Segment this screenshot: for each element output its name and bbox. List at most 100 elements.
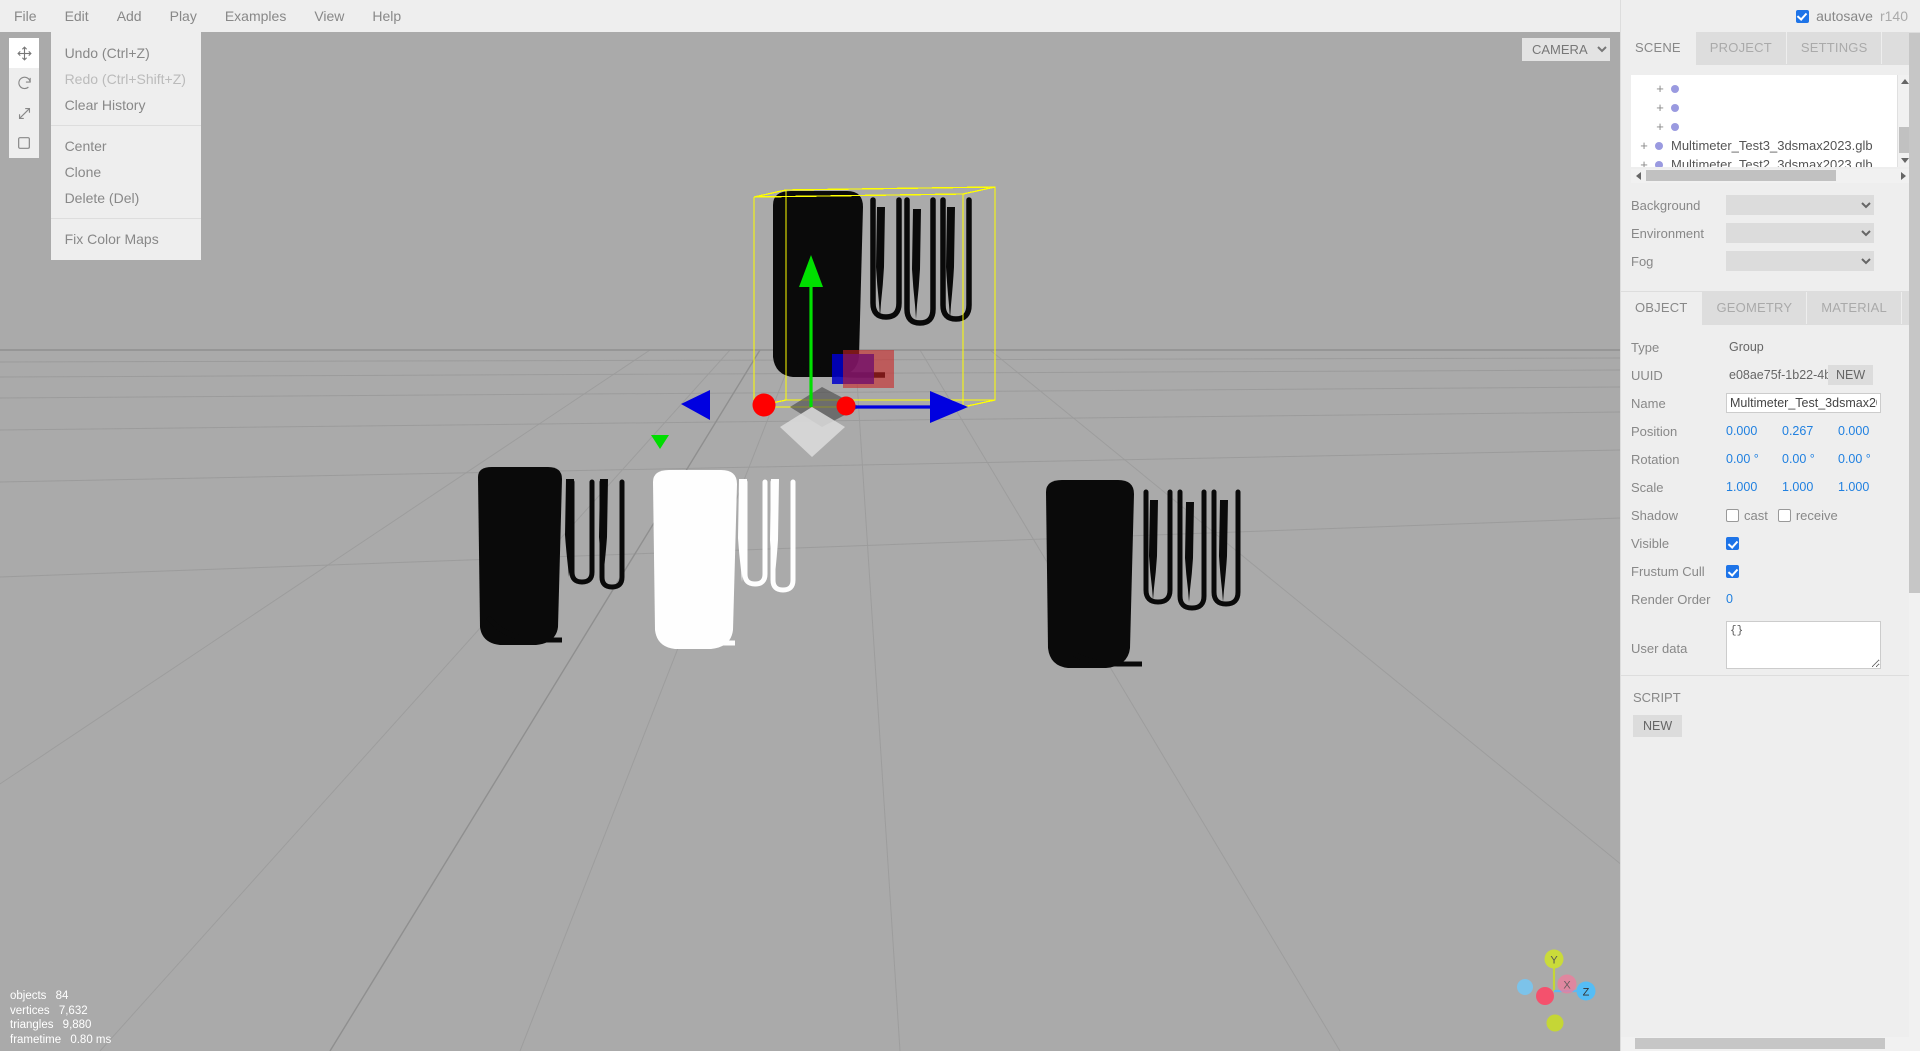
menu-edit[interactable]: Edit Undo (Ctrl+Z) Redo (Ctrl+Shift+Z) C…: [50, 0, 201, 260]
sidebar[interactable]: SCENE PROJECT SETTINGS + + + + Multimete…: [1620, 0, 1920, 1051]
rotate-tool[interactable]: [9, 68, 39, 98]
visible-checkbox[interactable]: [1726, 536, 1739, 550]
camera-select[interactable]: CAMERA: [1522, 38, 1610, 61]
menu-item-delete[interactable]: Delete (Del): [51, 185, 201, 211]
shadow-receive-checkbox[interactable]: [1777, 508, 1791, 522]
menu-view[interactable]: View: [300, 0, 358, 32]
script-title: SCRIPT: [1633, 690, 1681, 705]
row-environment: Environment: [1621, 219, 1920, 247]
viewport-3d[interactable]: CAMERA objects 84 vertices 7,632 triangl…: [0, 32, 1620, 1051]
menu-edit-title[interactable]: Edit: [51, 0, 103, 32]
rotation-y[interactable]: 0.00 °: [1782, 452, 1838, 466]
menu-view-title[interactable]: View: [300, 0, 358, 32]
object-properties: Type Group UUID e08ae75f-1b22-4b1 NEW Na…: [1621, 325, 1920, 669]
render-order-value[interactable]: 0: [1726, 592, 1782, 606]
list-item[interactable]: +: [1631, 79, 1910, 98]
tab-object[interactable]: OBJECT: [1621, 292, 1703, 325]
position-x[interactable]: 0.000: [1726, 424, 1782, 438]
scroll-left-icon[interactable]: [1631, 169, 1645, 183]
tree-opener[interactable]: +: [1637, 157, 1651, 167]
list-item[interactable]: +: [1631, 117, 1910, 136]
menu-item-clear-history[interactable]: Clear History: [51, 92, 201, 118]
row-frustum-cull: Frustum Cull: [1621, 557, 1920, 585]
script-section: SCRIPT NEW: [1621, 676, 1920, 737]
scroll-right-icon[interactable]: [1896, 169, 1910, 183]
script-new-button[interactable]: NEW: [1633, 715, 1683, 737]
rotation-x[interactable]: 0.00 °: [1726, 452, 1782, 466]
row-visible: Visible: [1621, 529, 1920, 557]
menu-file-title[interactable]: File: [0, 0, 51, 32]
position-z[interactable]: 0.000: [1838, 424, 1894, 438]
tree-opener[interactable]: +: [1653, 100, 1667, 115]
shadow-cast-checkbox[interactable]: [1726, 508, 1739, 522]
tab-settings[interactable]: SETTINGS: [1786, 32, 1883, 64]
visible-label: Visible: [1631, 535, 1670, 551]
menu-divider-2: [50, 218, 201, 219]
frustum-cull-checkbox[interactable]: [1726, 564, 1739, 578]
rotation-z[interactable]: 0.00 °: [1838, 452, 1894, 466]
scale-y[interactable]: 1.000: [1782, 480, 1838, 494]
name-input[interactable]: [1726, 393, 1881, 413]
tab-geometry[interactable]: GEOMETRY: [1702, 292, 1808, 324]
sidebar-tabs[interactable]: SCENE PROJECT SETTINGS: [1621, 32, 1920, 65]
menu-help[interactable]: Help: [358, 0, 415, 32]
menu-item-undo[interactable]: Undo (Ctrl+Z): [51, 40, 201, 66]
translate-tool[interactable]: [9, 38, 39, 68]
scroll-thumb[interactable]: [1909, 33, 1920, 593]
list-item[interactable]: + Multimeter_Test3_3dsmax2023.glb: [1631, 136, 1910, 155]
menubar[interactable]: File Edit Undo (Ctrl+Z) Redo (Ctrl+Shift…: [0, 0, 1620, 260]
menu-play-title[interactable]: Play: [156, 0, 211, 32]
scale-z[interactable]: 1.000: [1838, 480, 1894, 494]
scale-icon: [18, 107, 30, 119]
list-item[interactable]: + Multimeter_Test2_3dsmax2023.glb: [1631, 155, 1910, 167]
axis-helper[interactable]: Y Z X: [1502, 939, 1606, 1043]
uuid-new-button[interactable]: NEW: [1828, 365, 1874, 385]
tab-scene[interactable]: SCENE: [1621, 32, 1696, 65]
tree-opener[interactable]: +: [1653, 81, 1667, 96]
menu-examples-title[interactable]: Examples: [211, 0, 300, 32]
scroll-thumb[interactable]: [1635, 1038, 1885, 1049]
axis-neg-z-handle[interactable]: [1517, 979, 1533, 995]
type-label: Type: [1631, 339, 1660, 355]
fog-select[interactable]: [1726, 251, 1874, 271]
axis-neg-y-handle[interactable]: [1546, 1014, 1564, 1032]
menu-item-clone[interactable]: Clone: [51, 159, 201, 185]
outliner-horizontal-scrollbar[interactable]: [1631, 169, 1910, 183]
axis-neg-x-handle[interactable]: [1536, 987, 1554, 1005]
axis-x-label: X: [1563, 980, 1571, 992]
menu-examples[interactable]: Examples: [211, 0, 300, 32]
local-global-tool[interactable]: [9, 128, 39, 158]
scroll-thumb[interactable]: [1646, 170, 1836, 181]
sidebar-vertical-scrollbar[interactable]: [1909, 33, 1920, 1037]
user-data-textarea[interactable]: {}: [1726, 621, 1881, 669]
frustum-cull-label: Frustum Cull: [1631, 563, 1705, 579]
menu-play[interactable]: Play: [156, 0, 211, 32]
object-tabs[interactable]: OBJECT GEOMETRY MATERIAL: [1621, 292, 1920, 325]
sidebar-horizontal-scrollbar[interactable]: [1621, 1037, 1920, 1051]
background-select[interactable]: [1726, 195, 1874, 215]
menu-file[interactable]: File: [0, 0, 51, 32]
row-render-order: Render Order 0: [1621, 585, 1920, 613]
menu-add-title[interactable]: Add: [103, 0, 156, 32]
menu-item-center[interactable]: Center: [51, 133, 201, 159]
list-item[interactable]: +: [1631, 98, 1910, 117]
shadow-label: Shadow: [1631, 507, 1678, 523]
tab-project[interactable]: PROJECT: [1695, 32, 1787, 64]
menu-edit-dropdown[interactable]: Undo (Ctrl+Z) Redo (Ctrl+Shift+Z) Clear …: [50, 32, 201, 260]
scale-x[interactable]: 1.000: [1726, 480, 1782, 494]
autosave-checkbox[interactable]: [1796, 9, 1810, 23]
tree-opener[interactable]: +: [1637, 138, 1651, 153]
environment-select[interactable]: [1726, 223, 1874, 243]
autosave-group[interactable]: autosave r140: [1796, 0, 1920, 32]
move-icon: [16, 45, 32, 61]
transform-toolbar[interactable]: [9, 38, 39, 158]
position-y[interactable]: 0.267: [1782, 424, 1838, 438]
outliner[interactable]: + + + + Multimeter_Test3_3dsmax2023.glb …: [1631, 75, 1910, 167]
menu-add[interactable]: Add: [103, 0, 156, 32]
menu-item-fix-color-maps[interactable]: Fix Color Maps: [51, 226, 201, 252]
menu-help-title[interactable]: Help: [358, 0, 415, 32]
scale-tool[interactable]: [9, 98, 39, 128]
tree-label: Multimeter_Test2_3dsmax2023.glb: [1671, 157, 1873, 167]
tree-opener[interactable]: +: [1653, 119, 1667, 134]
tab-material[interactable]: MATERIAL: [1807, 292, 1902, 324]
